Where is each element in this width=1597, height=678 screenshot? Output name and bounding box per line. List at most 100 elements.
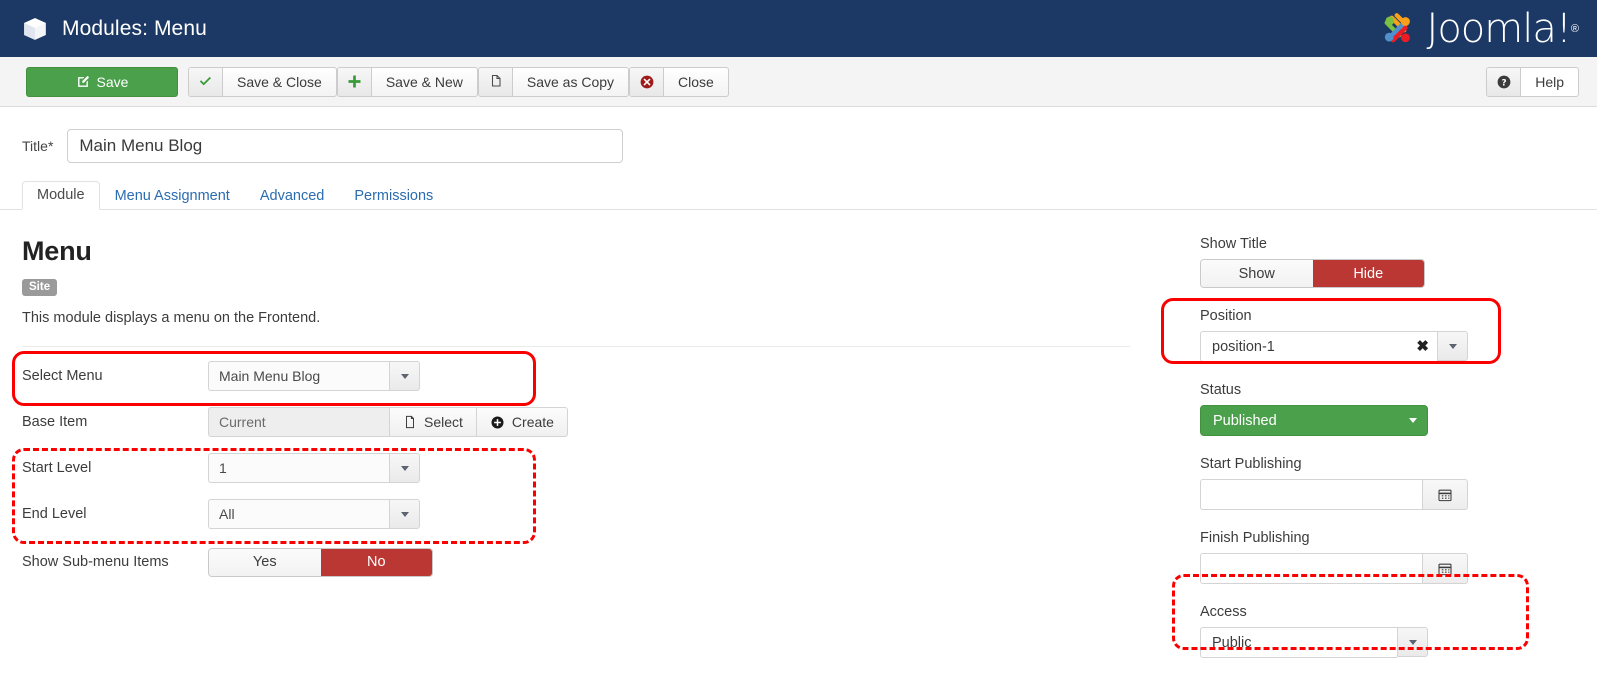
position-value: position-1 (1212, 338, 1275, 355)
base-item-select-button[interactable]: Select (389, 407, 476, 437)
chevron-down-icon[interactable] (389, 499, 420, 529)
row-select-menu: Select Menu Main Menu Blog (22, 353, 1160, 399)
tab-advanced[interactable]: Advanced (245, 182, 340, 211)
status-label: Status (1200, 382, 1242, 398)
module-settings-panel: Menu Site This module displays a menu on… (0, 210, 1160, 678)
row-base-item: Base Item Current Select Create (22, 399, 1160, 445)
chevron-down-icon[interactable] (389, 453, 420, 483)
title-input[interactable] (67, 129, 624, 163)
row-end-level: End Level All (22, 491, 1160, 537)
save-button-label: Save (96, 73, 129, 90)
module-sidebar-panel: Show Title Show Hide Position position-1… (1160, 210, 1597, 678)
svg-text:?: ? (1501, 78, 1506, 88)
save-copy-button[interactable]: Save as Copy (477, 66, 630, 97)
section-divider (22, 346, 1130, 347)
group-show-title: Show Title Show Hide (1200, 236, 1597, 288)
help-button[interactable]: ? Help (1486, 66, 1579, 97)
cube-icon (22, 16, 48, 42)
status-select[interactable]: Published (1200, 405, 1428, 436)
end-level-dropdown[interactable]: All (208, 499, 420, 529)
base-item-create-button[interactable]: Create (475, 407, 568, 437)
select-menu-label: Select Menu (22, 368, 103, 384)
close-button[interactable]: Close (629, 66, 729, 97)
chevron-down-icon[interactable] (1437, 331, 1468, 361)
position-input[interactable]: position-1 ✖ (1200, 331, 1437, 362)
save-button[interactable]: Save (26, 66, 178, 97)
select-menu-dropdown[interactable]: Main Menu Blog (208, 361, 420, 391)
question-circle-icon: ? (1487, 67, 1522, 96)
pencil-square-icon (77, 75, 89, 87)
plus-circle-icon (491, 416, 504, 428)
base-item-select-label: Select (424, 414, 463, 430)
calendar-icon[interactable] (1422, 553, 1468, 584)
row-show-submenu: Show Sub-menu Items Yes No (22, 539, 1160, 585)
save-new-button[interactable]: Save & New (336, 66, 478, 97)
start-publishing-field[interactable] (1200, 479, 1468, 510)
show-submenu-label: Show Sub-menu Items (22, 554, 169, 570)
start-level-value: 1 (208, 453, 389, 483)
module-heading: Menu (22, 236, 92, 266)
save-copy-label: Save as Copy (526, 73, 615, 90)
base-item-label: Base Item (22, 414, 88, 430)
plus-icon (337, 67, 372, 96)
select-menu-value: Main Menu Blog (208, 361, 389, 391)
document-icon (406, 415, 414, 429)
chevron-down-icon[interactable] (389, 361, 420, 391)
show-title-label: Show Title (1200, 236, 1267, 252)
show-title-toggle[interactable]: Show Hide (1200, 259, 1425, 288)
title-label-text: Title (22, 138, 48, 154)
content-area: Menu Site This module displays a menu on… (0, 210, 1597, 678)
show-submenu-yes[interactable]: Yes (209, 548, 321, 576)
finish-publishing-label: Finish Publishing (1200, 530, 1310, 546)
save-close-label: Save & Close (237, 73, 322, 90)
show-submenu-no[interactable]: No (320, 548, 432, 576)
page-title: Modules: Menu (62, 16, 207, 40)
show-title-show[interactable]: Show (1201, 260, 1313, 287)
check-icon (189, 67, 223, 96)
save-new-label: Save & New (385, 73, 463, 90)
show-title-hide[interactable]: Hide (1312, 260, 1424, 287)
clear-icon[interactable]: ✖ (1416, 339, 1429, 354)
required-mark: * (47, 138, 54, 154)
copy-icon (478, 67, 513, 96)
show-submenu-toggle[interactable]: Yes No (208, 547, 433, 577)
title-row: Title* (0, 107, 1597, 163)
registered-mark: ® (1570, 22, 1579, 35)
start-publishing-input[interactable] (1200, 479, 1422, 510)
access-label: Access (1200, 604, 1247, 620)
calendar-icon[interactable] (1422, 479, 1468, 510)
joomla-mark-icon (1375, 9, 1421, 49)
close-button-label: Close (678, 73, 714, 90)
group-finish-publishing: Finish Publishing (1200, 530, 1597, 584)
finish-publishing-field[interactable] (1200, 553, 1468, 584)
tab-bar: Module Menu Assignment Advanced Permissi… (0, 179, 1597, 210)
base-item-create-label: Create (511, 414, 554, 430)
close-circle-icon (630, 67, 665, 96)
group-status: Status Published (1200, 382, 1597, 436)
start-publishing-label: Start Publishing (1200, 456, 1302, 472)
access-value: Public (1200, 627, 1397, 658)
end-level-value: All (208, 499, 389, 529)
access-dropdown[interactable]: Public (1200, 627, 1428, 658)
module-description: This module displays a menu on the Front… (22, 310, 321, 326)
group-start-publishing: Start Publishing (1200, 456, 1597, 510)
chevron-down-icon (1409, 418, 1417, 423)
help-button-label: Help (1535, 73, 1564, 90)
base-item-control: Current Select Create (208, 407, 568, 437)
finish-publishing-input[interactable] (1200, 553, 1422, 584)
joomla-wordmark: Joomla! (1426, 5, 1572, 52)
base-item-value: Current (208, 407, 389, 437)
tab-module[interactable]: Module (22, 180, 100, 210)
save-close-button[interactable]: Save & Close (188, 66, 337, 97)
tab-menu-assignment[interactable]: Menu Assignment (100, 182, 245, 211)
end-level-label: End Level (22, 506, 87, 522)
position-field[interactable]: position-1 ✖ (1200, 331, 1468, 362)
row-start-level: Start Level 1 (22, 445, 1160, 491)
site-badge: Site (22, 279, 58, 296)
app-header: Modules: Menu Joomla! ® (0, 0, 1597, 57)
tab-permissions[interactable]: Permissions (339, 182, 448, 211)
title-field-label: Title* (22, 138, 53, 154)
start-level-dropdown[interactable]: 1 (208, 453, 420, 483)
chevron-down-icon[interactable] (1397, 627, 1428, 657)
position-label: Position (1200, 308, 1252, 324)
